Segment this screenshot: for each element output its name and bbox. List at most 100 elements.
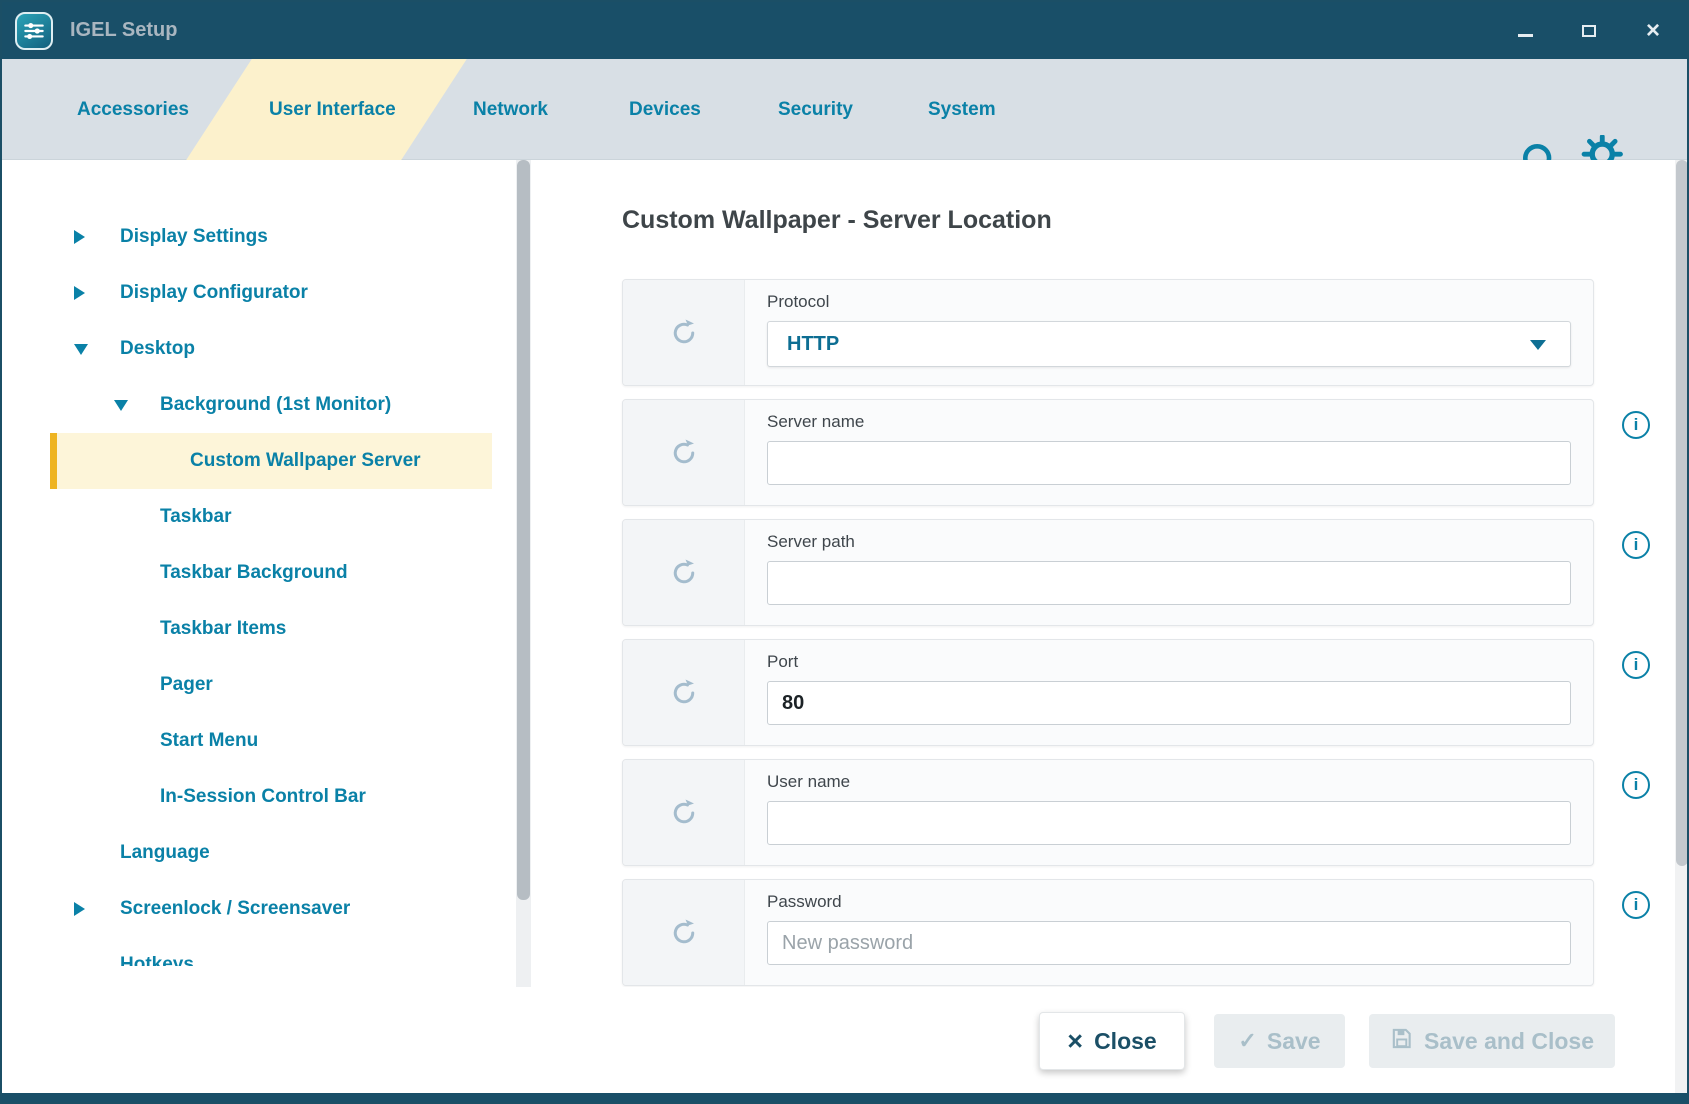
close-window-button[interactable]: × (1641, 19, 1665, 43)
sidebar-item-label: In-Session Control Bar (160, 786, 366, 808)
chevron-down-icon (1530, 340, 1546, 350)
field-card: Password (622, 879, 1594, 986)
sidebar-item-label: Display Settings (120, 226, 268, 248)
reset-icon[interactable] (623, 280, 745, 385)
igel-setup-window: IGEL Setup × Accessories User Interface … (0, 0, 1689, 1104)
titlebar: IGEL Setup × (2, 2, 1687, 59)
close-x-icon: × (1067, 1028, 1083, 1055)
main-scrollbar-thumb[interactable] (1676, 160, 1688, 866)
sidebar-item-label: Desktop (120, 338, 195, 360)
sidebar-item-taskbar-background[interactable]: Taskbar Background (2, 545, 516, 601)
server-path-input[interactable] (767, 561, 1571, 605)
reset-icon[interactable] (623, 640, 745, 745)
collapse-arrow-icon[interactable] (74, 902, 120, 916)
tab-devices[interactable]: Devices (629, 59, 701, 160)
sidebar-item-taskbar[interactable]: Taskbar (2, 489, 516, 545)
sidebar-item-background-1st-monitor[interactable]: Background (1st Monitor) (2, 377, 516, 433)
check-icon: ✓ (1238, 1028, 1256, 1054)
close-button-label: Close (1094, 1028, 1157, 1055)
field-row-protocol: Protocol HTTP (622, 279, 1662, 386)
main-scrollbar (1675, 160, 1689, 1094)
save-and-close-button[interactable]: Save and Close (1369, 1014, 1615, 1068)
sidebar-tree: Display Settings Display Configurator De… (2, 160, 516, 966)
tab-accessories[interactable]: Accessories (77, 59, 189, 160)
sidebar-item-label: Start Menu (160, 730, 258, 752)
field-label: Server name (767, 412, 1571, 432)
main-panel: Custom Wallpaper - Server Location Proto… (532, 160, 1675, 987)
info-icon[interactable]: i (1622, 411, 1650, 439)
sidebar-item-taskbar-items[interactable]: Taskbar Items (2, 601, 516, 657)
tab-security[interactable]: Security (778, 59, 853, 160)
info-icon[interactable]: i (1622, 651, 1650, 679)
tab-user-interface[interactable]: User Interface (269, 59, 396, 160)
sidebar-item-display-settings[interactable]: Display Settings (2, 209, 516, 265)
field-row-password: Password i (622, 879, 1662, 986)
close-icon: × (1646, 19, 1660, 43)
window-controls: × (1513, 2, 1665, 59)
page-title: Custom Wallpaper - Server Location (622, 206, 1052, 235)
sidebar-item-in-session-control-bar[interactable]: In-Session Control Bar (2, 769, 516, 825)
close-button[interactable]: × Close (1039, 1012, 1185, 1070)
info-icon[interactable]: i (1622, 891, 1650, 919)
reset-icon[interactable] (623, 880, 745, 985)
collapse-arrow-icon[interactable] (74, 286, 120, 300)
maximize-button[interactable] (1577, 19, 1601, 43)
sidebar-item-label: Taskbar Items (160, 618, 286, 640)
sidebar-item-label: Taskbar (160, 506, 231, 528)
sidebar-item-pager[interactable]: Pager (2, 657, 516, 713)
tab-network[interactable]: Network (473, 59, 548, 160)
collapse-arrow-icon[interactable] (74, 230, 120, 244)
sidebar-item-label: Hotkeys (120, 954, 194, 966)
field-label: Port (767, 652, 1571, 672)
field-content: Port (745, 640, 1593, 745)
sidebar-scrollbar-thumb[interactable] (517, 160, 530, 900)
sidebar-item-label: Display Configurator (120, 282, 308, 304)
field-card: Port (622, 639, 1594, 746)
field-card: Protocol HTTP (622, 279, 1594, 386)
server-name-input[interactable] (767, 441, 1571, 485)
minimize-icon (1518, 34, 1533, 37)
field-content: Server name (745, 400, 1593, 505)
port-input[interactable] (767, 681, 1571, 725)
protocol-select[interactable]: HTTP (767, 321, 1571, 367)
field-content: Password (745, 880, 1593, 985)
window-bottom-edge (2, 1093, 1687, 1102)
sidebar-scrollbar (516, 160, 531, 987)
sidebar-item-label: Screenlock / Screensaver (120, 898, 350, 920)
save-button[interactable]: ✓ Save (1214, 1014, 1345, 1068)
expand-arrow-icon[interactable] (74, 344, 120, 355)
reset-icon[interactable] (623, 400, 745, 505)
field-row-server-path: Server path i (622, 519, 1662, 626)
tab-system[interactable]: System (928, 59, 996, 160)
sidebar-item-label: Custom Wallpaper Server (190, 450, 421, 472)
sidebar-item-start-menu[interactable]: Start Menu (2, 713, 516, 769)
sidebar-item-custom-wallpaper-server[interactable]: Custom Wallpaper Server (50, 433, 492, 489)
field-card: Server path (622, 519, 1594, 626)
sidebar-item-language[interactable]: Language (2, 825, 516, 881)
sidebar-item-label: Background (1st Monitor) (160, 394, 391, 416)
field-row-server-name: Server name i (622, 399, 1662, 506)
sidebar-item-hotkeys[interactable]: Hotkeys (2, 937, 516, 966)
maximize-icon (1582, 25, 1596, 37)
tab-bar: Accessories User Interface Network Devic… (2, 59, 1687, 160)
minimize-button[interactable] (1513, 19, 1537, 43)
reset-icon[interactable] (623, 760, 745, 865)
info-icon[interactable]: i (1622, 531, 1650, 559)
user-name-input[interactable] (767, 801, 1571, 845)
sidebar-item-screenlock-screensaver[interactable]: Screenlock / Screensaver (2, 881, 516, 937)
sidebar-item-label: Pager (160, 674, 213, 696)
igel-logo-icon (15, 12, 53, 50)
sidebar-item-label: Taskbar Background (160, 562, 348, 584)
expand-arrow-icon[interactable] (114, 400, 160, 411)
sidebar-item-display-configurator[interactable]: Display Configurator (2, 265, 516, 321)
password-input[interactable] (767, 921, 1571, 965)
field-row-port: Port i (622, 639, 1662, 746)
field-content: User name (745, 760, 1593, 865)
protocol-value: HTTP (787, 333, 839, 356)
field-label: User name (767, 772, 1571, 792)
sidebar-item-desktop[interactable]: Desktop (2, 321, 516, 377)
field-card: Server name (622, 399, 1594, 506)
info-icon[interactable]: i (1622, 771, 1650, 799)
save-button-label: Save (1267, 1028, 1321, 1055)
reset-icon[interactable] (623, 520, 745, 625)
